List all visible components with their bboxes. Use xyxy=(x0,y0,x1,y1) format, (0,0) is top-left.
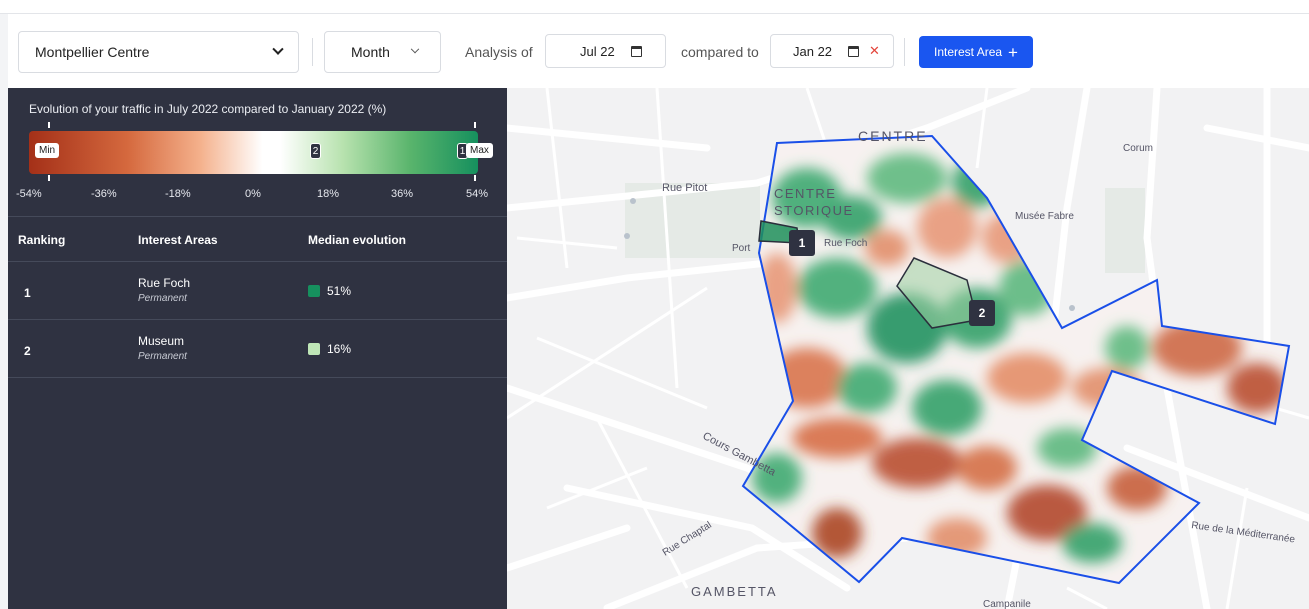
header-median-evolution: Median evolution xyxy=(308,233,407,247)
plus-icon: + xyxy=(1008,42,1018,62)
compare-date-value: Jan 22 xyxy=(793,43,833,59)
left-gutter xyxy=(0,14,8,609)
compared-label: compared to xyxy=(681,44,759,60)
legend-color-scale xyxy=(29,131,478,174)
traffic-map[interactable]: CENTRE CENTRE STORIQUE Rue Pitot Corum M… xyxy=(507,88,1309,609)
table-row[interactable]: 2 Museum Permanent 16% xyxy=(8,320,507,378)
label-musee-fabre: Musée Fabre xyxy=(1015,211,1074,222)
filter-toolbar: Montpellier Centre Month Analysis of Jul… xyxy=(8,14,1309,88)
map-marker-label: 2 xyxy=(979,306,986,320)
evolution-swatch xyxy=(308,285,320,297)
top-strip xyxy=(0,0,1309,14)
legend-max-badge: Max xyxy=(466,143,493,158)
row-rank: 2 xyxy=(24,344,31,358)
label-port: Port xyxy=(732,243,751,254)
legend-title: Evolution of your traffic in July 2022 c… xyxy=(29,102,387,116)
table-row[interactable]: 1 Rue Foch Permanent 51% xyxy=(8,262,507,320)
calendar-icon xyxy=(848,45,860,57)
clear-date-icon[interactable]: ✕ xyxy=(869,43,880,59)
analysis-label: Analysis of xyxy=(465,44,533,60)
row-area-name: Rue Foch xyxy=(138,276,191,290)
row-rank: 1 xyxy=(24,286,31,300)
label-campanile: Campanile xyxy=(983,599,1031,609)
row-evolution: 51% xyxy=(308,284,351,298)
add-interest-area-button[interactable]: Interest Area + xyxy=(919,36,1033,68)
location-select[interactable]: Montpellier Centre xyxy=(18,31,299,73)
label-corum: Corum xyxy=(1123,143,1153,154)
row-evolution-value: 16% xyxy=(327,342,352,356)
row-area-type: Permanent xyxy=(138,293,187,304)
row-area-name: Museum xyxy=(138,334,185,348)
legend-marker-2: 2 xyxy=(310,143,321,159)
divider xyxy=(312,38,313,66)
legend-tick xyxy=(474,122,476,128)
map-marker-2[interactable]: 2 xyxy=(969,300,995,326)
header-interest-areas: Interest Areas xyxy=(138,233,218,247)
chevron-down-icon xyxy=(272,43,284,55)
header-ranking: Ranking xyxy=(18,233,66,247)
scale-label: -18% xyxy=(165,188,191,200)
map-marker-label: 1 xyxy=(799,236,806,250)
legend-tick xyxy=(474,175,476,181)
analysis-panel: Evolution of your traffic in July 2022 c… xyxy=(8,88,507,609)
map-marker-1[interactable]: 1 xyxy=(789,230,815,256)
ranking-table-header: Ranking Interest Areas Median evolution xyxy=(8,216,507,262)
label-rue-foch: Rue Foch xyxy=(824,238,867,249)
scale-label: 36% xyxy=(391,188,414,200)
legend-tick xyxy=(48,175,50,181)
scale-label: 18% xyxy=(317,188,340,200)
scale-label: 0% xyxy=(245,188,261,200)
period-select[interactable]: Month xyxy=(324,31,441,73)
scale-label: -36% xyxy=(91,188,117,200)
label-rue-pitot: Rue Pitot xyxy=(662,182,707,194)
legend-tick xyxy=(48,122,50,128)
label-centre-historique: STORIQUE xyxy=(774,203,854,218)
chevron-down-icon xyxy=(410,44,420,54)
analysis-date-picker[interactable]: Jul 22 xyxy=(545,34,666,68)
row-evolution: 16% xyxy=(308,342,351,356)
location-select-value: Montpellier Centre xyxy=(35,44,150,60)
scale-label: -54% xyxy=(16,188,42,200)
map-canvas[interactable]: CENTRE CENTRE STORIQUE Rue Pitot Corum M… xyxy=(507,88,1309,609)
label-gambetta: GAMBETTA xyxy=(691,584,778,599)
compare-date-picker[interactable]: Jan 22 ✕ xyxy=(770,34,894,68)
analysis-date-value: Jul 22 xyxy=(580,43,615,59)
legend-min-badge: Min xyxy=(35,143,60,158)
row-evolution-value: 51% xyxy=(327,284,352,298)
label-centre: CENTRE xyxy=(858,128,928,144)
row-area-type: Permanent xyxy=(138,351,187,362)
interest-area-label: Interest Area xyxy=(934,45,1003,59)
label-centre-historique: CENTRE xyxy=(774,186,836,201)
divider xyxy=(904,38,905,66)
calendar-icon xyxy=(630,45,642,57)
scale-label: 54% xyxy=(466,188,489,200)
park-area xyxy=(1105,188,1145,273)
evolution-swatch xyxy=(308,343,320,355)
period-select-value: Month xyxy=(351,44,390,60)
